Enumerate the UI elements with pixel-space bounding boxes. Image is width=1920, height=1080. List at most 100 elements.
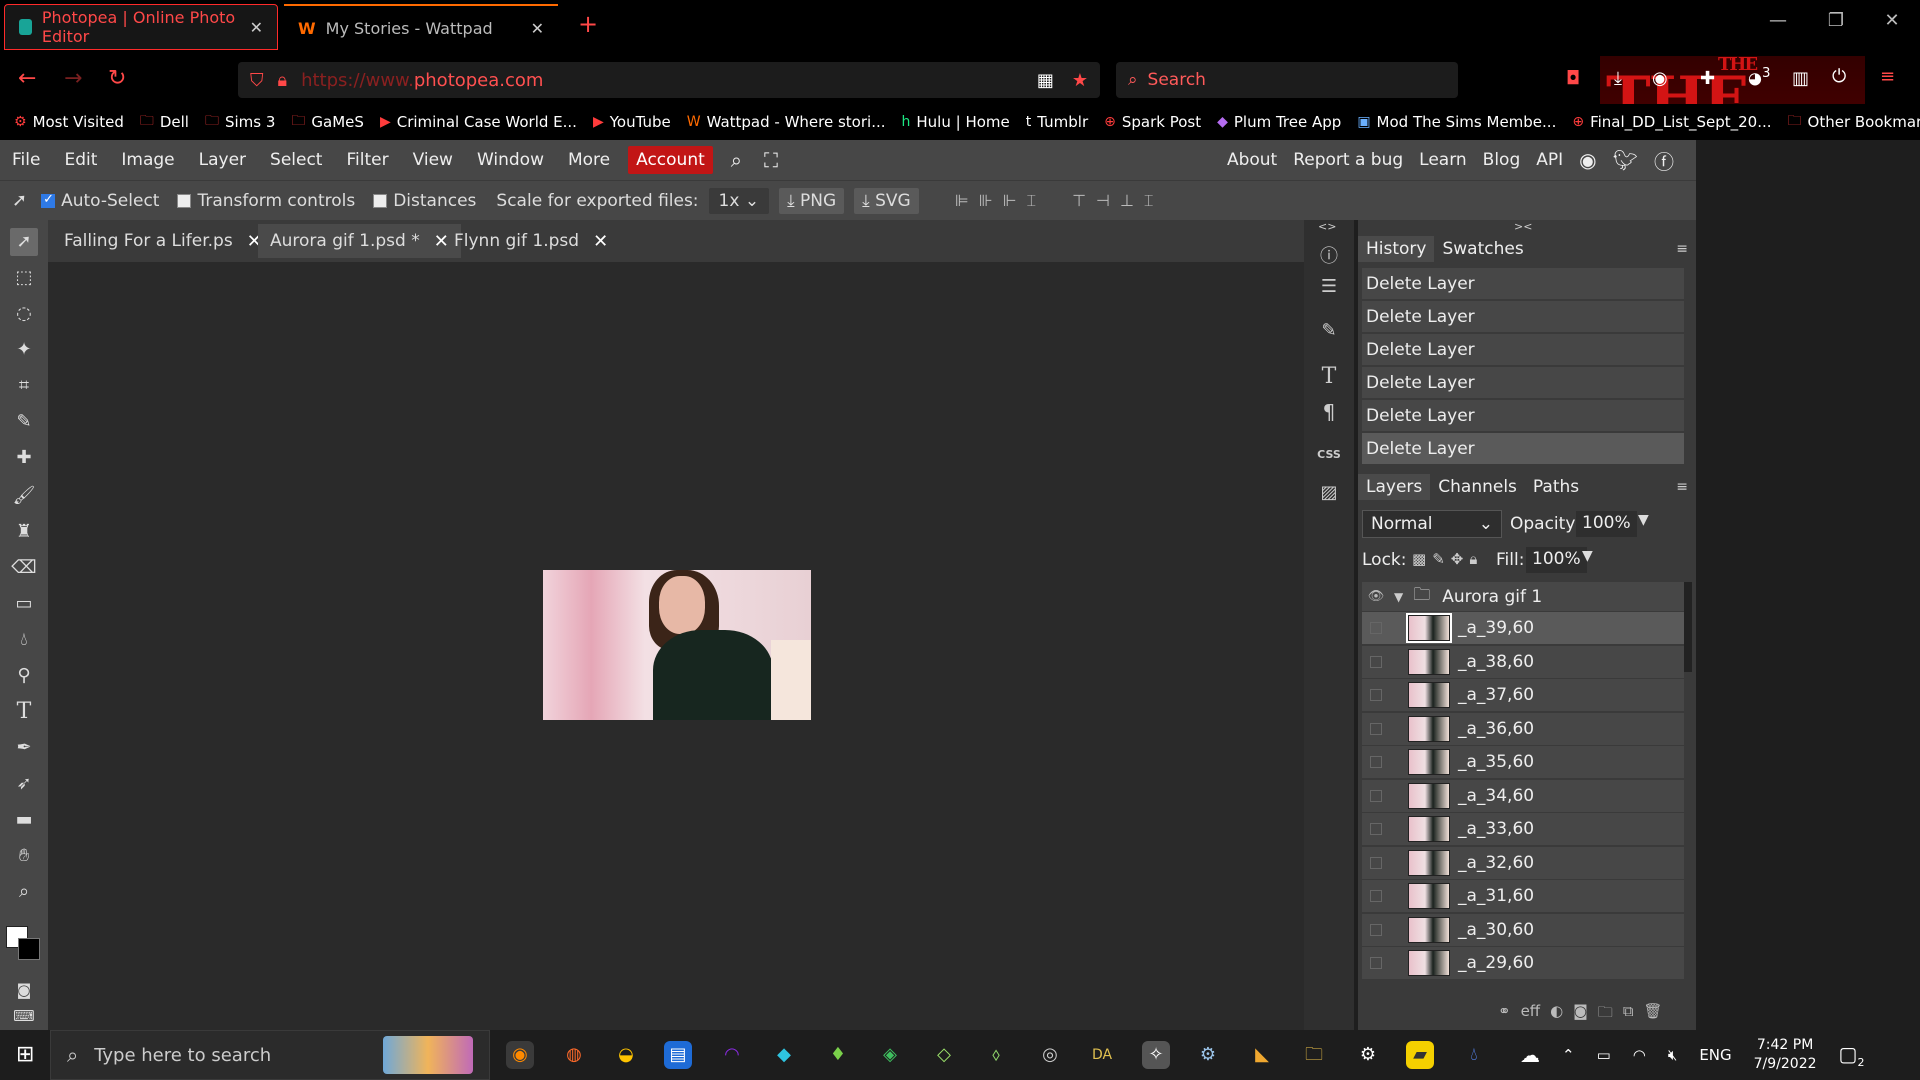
menu-about[interactable]: About [1219,150,1285,170]
menu-layer[interactable]: Layer [187,150,258,170]
menu-filter[interactable]: Filter [334,150,400,170]
doc-tab-falling-for-a-lifer[interactable]: Falling For a Lifer.ps ✕ [52,224,274,258]
bookmark-sims-3[interactable]: 🗀 Sims 3 [205,110,275,134]
menu-more[interactable]: More [556,150,622,170]
bookmark-criminal-case[interactable]: ▶ Criminal Case World E... [380,113,577,131]
layer-effects-icon[interactable]: eff [1521,1002,1541,1027]
origin-taskbar-icon[interactable]: ◍ [560,1041,588,1069]
bookmark-games[interactable]: 🗀 GaMeS [291,110,364,134]
history-item[interactable]: Delete Layer [1362,268,1684,300]
layer-row[interactable]: _a_33,60 [1362,813,1684,846]
new-group-icon[interactable]: 🗀 [1598,1002,1613,1027]
sims-4-taskbar-icon[interactable]: ◇ [930,1041,958,1069]
hamburger-menu-icon[interactable]: ≡ [1880,66,1895,87]
gradient-tool-icon[interactable]: ▭ [10,590,38,618]
minimize-button[interactable]: — [1758,10,1798,31]
bird-app-taskbar-icon[interactable]: ◣ [1248,1041,1276,1069]
steam-taskbar-icon[interactable]: ⚙ [1194,1041,1222,1069]
panel-menu-icon[interactable]: ≡ [1676,479,1688,495]
blend-mode-select[interactable]: Normal ⌄ [1362,510,1502,538]
twitter-icon[interactable]: 🐦︎ [1605,148,1646,172]
browser-search-input[interactable]: ⌕ Search [1116,62,1458,98]
layer-row[interactable]: _a_39,60 [1362,612,1684,645]
visibility-toggle[interactable] [1370,722,1382,735]
paragraph-panel-icon[interactable]: ¶ [1317,400,1341,424]
bookmark-most-visited[interactable]: ⚙ Most Visited [14,113,124,131]
forward-arrow-icon[interactable]: → [64,66,82,91]
zoom-tool-icon[interactable]: ⌕ [10,878,38,906]
export-png-button[interactable]: ⤓ PNG [779,187,845,214]
taskbar-search-input[interactable]: ⌕ Type here to search [50,1030,490,1080]
dragon-age-taskbar-icon[interactable]: DA [1088,1041,1116,1069]
bookmark-other[interactable]: 🗀Other Bookmarks [1788,110,1920,134]
bookmark-wattpad[interactable]: W Wattpad - Where stori... [687,113,886,131]
distances-checkbox[interactable]: Distances [373,191,476,211]
tab-swatches[interactable]: Swatches [1434,236,1531,262]
history-item[interactable]: Delete Layer [1362,400,1684,432]
menu-image[interactable]: Image [109,150,186,170]
extensions-icon[interactable]: ✚ [1700,68,1715,89]
visibility-toggle[interactable] [1370,756,1382,768]
sims-taskbar-icon[interactable]: ◆ [770,1041,798,1069]
align-right-icon[interactable]: ⊩ [1003,191,1017,210]
layer-row[interactable]: _a_31,60 [1362,880,1684,913]
browser-tab-wattpad[interactable]: W My Stories - Wattpad ✕ [284,4,558,50]
shape-tool-icon[interactable]: ▬ [10,806,38,834]
brush-tool-icon[interactable]: 🖌︎ [10,482,38,510]
menu-select[interactable]: Select [258,150,334,170]
facebook-icon[interactable]: ⓕ [1646,146,1682,175]
menu-blog[interactable]: Blog [1475,150,1529,170]
marquee-tool-icon[interactable]: ⬚ [10,264,38,292]
doc-tab-flynn-gif[interactable]: Flynn gif 1.psd ✕ [442,224,620,258]
distribute-h-icon[interactable]: ⌶ [1027,191,1037,211]
lock-options[interactable]: ▩✎✥🔒︎ [1412,550,1483,568]
menu-api[interactable]: API [1528,150,1571,170]
layer-row[interactable]: _a_29,60 [1362,947,1684,980]
visibility-toggle[interactable] [1370,823,1382,835]
sims-medieval-taskbar-icon[interactable]: ⬨ [982,1041,1010,1069]
opacity-input[interactable]: 100% [1576,511,1637,537]
visibility-toggle[interactable] [1370,689,1382,701]
search-icon[interactable]: ⌕ [731,148,742,172]
bookmark-mod-the-sims[interactable]: ▣ Mod The Sims Membe... [1357,113,1556,131]
visibility-toggle[interactable] [1370,655,1382,668]
blur-tool-icon[interactable]: 💧︎ [10,626,38,654]
visibility-toggle[interactable] [1370,789,1382,802]
power-icon[interactable]: ⏻ [1832,66,1846,87]
layer-row[interactable]: _a_38,60 [1362,645,1684,679]
bookmark-spark-post[interactable]: ⊕ Spark Post [1104,113,1201,131]
lock-all-icon[interactable]: 🔒︎ [1469,550,1483,568]
layer-row[interactable]: _a_32,60 [1362,846,1684,880]
quick-mask-icon[interactable]: ◙ [10,976,38,1004]
bookmark-youtube[interactable]: ▶ YouTube [593,113,671,131]
file-explorer-taskbar-icon[interactable]: 🗀 [1300,1041,1328,1069]
back-arrow-icon[interactable]: ← [18,66,36,91]
history-item[interactable]: Delete Layer [1362,334,1684,366]
headset-taskbar-icon[interactable]: ◠ [718,1041,746,1069]
new-layer-icon[interactable]: ⧉ [1623,1002,1634,1027]
opacity-dropdown-icon[interactable]: ▼ [1638,512,1649,528]
scale-select[interactable]: 1x ⌄ [708,187,770,214]
layer-row[interactable]: _a_30,60 [1362,913,1684,947]
layer-row[interactable]: _a_36,60 [1362,712,1684,746]
download-icon[interactable]: ⤓ [1614,68,1622,89]
reddit-icon[interactable]: ◉ [1571,148,1604,172]
pen-tool-icon[interactable]: ✒ [10,734,38,762]
game-taskbar-icon[interactable]: ✧ [1142,1041,1170,1069]
menu-edit[interactable]: Edit [52,150,109,170]
fill-input[interactable]: 100% [1526,547,1587,573]
history-item-current[interactable]: Delete Layer [1362,433,1684,465]
visibility-toggle[interactable] [1370,856,1382,869]
expand-triangle-icon[interactable]: ▼ [1394,590,1403,604]
dodge-tool-icon[interactable]: ⚲ [10,662,38,690]
distribute-v-icon[interactable]: ⌶ [1144,191,1154,211]
transform-controls-checkbox[interactable]: Transform controls [177,191,355,211]
align-bottom-icon[interactable]: ⊥ [1120,191,1134,210]
history-item[interactable]: Delete Layer [1362,301,1684,333]
bookmark-tumblr[interactable]: t Tumblr [1026,113,1088,131]
menu-report-bug[interactable]: Report a bug [1285,150,1411,170]
chevron-up-icon[interactable]: ⌃ [1562,1046,1575,1064]
restore-button[interactable]: ❐ [1816,10,1856,31]
info-icon[interactable]: ⓘ [1317,242,1341,267]
layer-row[interactable]: _a_34,60 [1362,779,1684,813]
